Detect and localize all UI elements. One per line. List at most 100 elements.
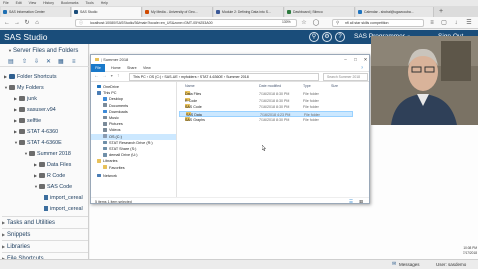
breadcrumb-item[interactable]: SAS-UE: [164, 75, 177, 79]
back-icon[interactable]: ←: [3, 19, 11, 27]
file-date: 7/16/2018 8:30 PM: [259, 105, 290, 109]
tree-item-label: STAT 4-6360: [27, 129, 59, 135]
tree-item-label: sasuser.v94: [27, 107, 56, 113]
tab-favicon-icon: [216, 10, 220, 14]
tab-module-2[interactable]: Module 2: Defining Data into S...: [214, 7, 284, 17]
pocket-icon[interactable]: ◯: [312, 19, 320, 27]
breadcrumb-item[interactable]: STAT 4-6360E: [200, 75, 223, 79]
tab-calendar[interactable]: Calendar - sbohal@ugavcouba...: [356, 7, 434, 17]
tree-item-summer-2018[interactable]: ▼ Summer 2018: [24, 149, 71, 159]
back-icon[interactable]: ←: [94, 73, 99, 79]
download-icon[interactable]: ↓: [452, 19, 460, 27]
tree-item-r-code[interactable]: ▶ R Code: [34, 171, 65, 181]
sidebar-header[interactable]: ▼Server Files and Folders: [0, 44, 89, 57]
folder-icon: [29, 150, 35, 156]
file-row[interactable]: SAS Graphs 7/16/2018 8:30 PM File folder: [179, 117, 353, 123]
breadcrumb-item[interactable]: Summer 2018: [226, 75, 249, 79]
new-item-icon[interactable]: ▤: [8, 58, 14, 66]
tab-label: SAS Information Center: [9, 10, 45, 14]
library-icon[interactable]: ≡: [428, 19, 436, 27]
tree-item-sasuser[interactable]: ▶ sasuser.v94: [14, 105, 56, 115]
tree-item-my-folders[interactable]: ▼ My Folders: [4, 83, 44, 93]
column-size[interactable]: Size: [331, 83, 338, 90]
nav-label: Favorites: [109, 165, 125, 170]
close-icon[interactable]: ✕: [361, 55, 369, 64]
url-bar[interactable]: ⓘ localhost:10080/SASStudio/36/main?loca…: [75, 19, 297, 27]
ribbon-tab-file[interactable]: File: [91, 64, 105, 72]
search-input[interactable]: ⚲ nfl all star skills competition: [332, 19, 424, 27]
tab-sas-studio[interactable]: SAS Studio: [72, 7, 142, 17]
tree-item-stat-4-6360e[interactable]: ▼ STAT 4-6360E: [14, 138, 62, 148]
file-date: 7/16/2018 8:30 PM: [259, 98, 290, 103]
tree-item-sas-code[interactable]: ▼ SAS Code: [34, 182, 72, 192]
music-icon: [103, 115, 107, 120]
ribbon-tab-share[interactable]: Share: [127, 64, 137, 72]
explorer-search-input[interactable]: Search Summer 2018: [323, 73, 368, 81]
home-icon[interactable]: ⌂: [33, 19, 41, 27]
file-row-selected[interactable]: SAS Data 7/16/2018 4:23 PM File folder: [179, 110, 353, 117]
address-bar[interactable]: This PC › OS (C:) › SAS-UE › myfolders ›…: [129, 73, 319, 81]
tree-item-label: R Code: [47, 173, 66, 179]
forward-icon[interactable]: →: [102, 73, 107, 79]
maximize-icon[interactable]: □: [351, 55, 360, 64]
zoom-level[interactable]: 130%: [282, 20, 291, 24]
ribbon-tab-home[interactable]: Home: [111, 64, 121, 72]
tab-dashboard[interactable]: Dashboard | Stimco: [285, 7, 355, 17]
upload-icon[interactable]: ⇧: [22, 58, 27, 66]
file-name-text: SAS Code: [185, 105, 202, 109]
ribbon-tab-view[interactable]: View: [143, 64, 151, 72]
messages-icon[interactable]: ✉: [392, 260, 396, 269]
up-icon[interactable]: ↑: [117, 73, 120, 79]
explorer-titlebar[interactable]: | Summer 2018 – □ ✕: [91, 55, 369, 64]
sidebar-icon[interactable]: ▢: [440, 19, 448, 27]
tree-item-folder-shortcuts[interactable]: ▶ Folder Shortcuts: [4, 72, 57, 82]
column-type[interactable]: Type: [303, 83, 311, 90]
drive-icon: [103, 134, 107, 138]
tree-item-stat-4-6360[interactable]: ▶ STAT 4-6360: [14, 127, 58, 137]
tree-item-import-cereal-2[interactable]: import_cereal: [44, 204, 83, 214]
column-date-modified[interactable]: Date modified: [259, 83, 281, 90]
column-name[interactable]: Name: [185, 83, 195, 90]
new-tab-icon[interactable]: +: [437, 7, 445, 16]
forward-icon[interactable]: →: [13, 19, 21, 27]
tree-item-data-files[interactable]: ▶ Data Files: [34, 160, 71, 170]
explorer-status-bar: 5 items 1 item selected ☰ ▦: [91, 197, 369, 203]
file-row[interactable]: SAS Code 7/16/2018 8:30 PM File folder: [179, 104, 353, 110]
large-icons-view-icon[interactable]: ▦: [359, 198, 363, 203]
file-row[interactable]: Data Files 7/16/2018 8:30 PM File folder: [179, 91, 353, 97]
menu-icon[interactable]: ☰: [465, 19, 473, 27]
tree-item-import-cereal-1[interactable]: import_cereal: [44, 193, 83, 203]
nav-item-favorites[interactable]: Favorites: [91, 165, 176, 171]
properties-icon[interactable]: ▦: [58, 58, 64, 66]
delete-icon[interactable]: ✕: [46, 58, 51, 66]
file-type: File folder: [303, 92, 319, 96]
tree-item-selftie[interactable]: ▶ selftie: [14, 116, 41, 126]
more-options-icon[interactable]: ≡: [72, 58, 76, 66]
messages-link[interactable]: Messages: [399, 260, 420, 269]
reload-icon[interactable]: ↻: [23, 19, 31, 27]
details-view-icon[interactable]: ☰: [349, 198, 353, 203]
nav-item-network[interactable]: Network: [91, 173, 176, 179]
bookmark-star-icon[interactable]: ☆: [300, 19, 308, 27]
tab-sas-information-center[interactable]: SAS Information Center: [1, 7, 71, 17]
file-type: File folder: [303, 118, 319, 122]
tree-item-junk[interactable]: ▶ junk: [14, 94, 37, 104]
nav-label: OS (C:): [109, 134, 122, 139]
tab-label: My Media - University of Geo...: [151, 10, 198, 14]
help-icon[interactable]: ?: [335, 32, 345, 42]
download-icon[interactable]: ⇩: [34, 58, 39, 66]
webcam-video-overlay: [371, 36, 478, 125]
file-row[interactable]: R Code 7/16/2018 8:30 PM File folder: [179, 97, 353, 104]
recent-chevron-icon[interactable]: ▼: [110, 74, 113, 78]
navigation-pane: OneDrive This PC Desktop Documents Downl…: [91, 82, 177, 197]
tab-my-media[interactable]: My Media - University of Geo...: [143, 7, 213, 17]
breadcrumb-item[interactable]: OS (C:): [149, 75, 161, 79]
breadcrumb-item[interactable]: This PC: [133, 75, 146, 79]
tree-item-label: SAS Code: [47, 184, 73, 190]
help-icon[interactable]: ?: [361, 64, 363, 72]
search-button-icon[interactable]: ⚲: [309, 32, 319, 42]
minimize-icon[interactable]: –: [341, 55, 350, 64]
network-icon: [97, 173, 101, 178]
settings-icon[interactable]: ⚙: [322, 32, 332, 42]
breadcrumb-item[interactable]: myfolders: [181, 75, 197, 79]
